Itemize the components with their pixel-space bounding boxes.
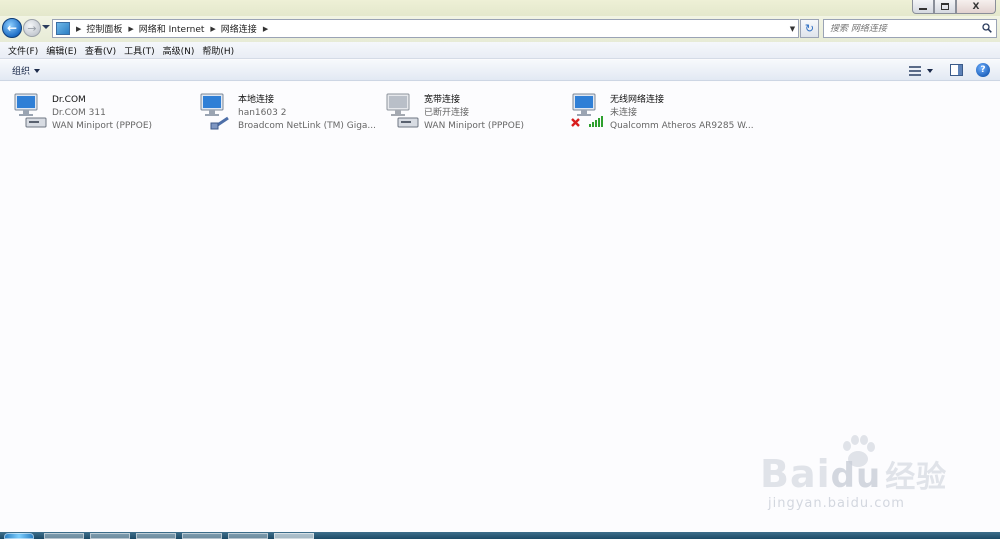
connection-device: Broadcom NetLink (TM) Giga... (238, 121, 377, 131)
minimize-button[interactable] (912, 0, 934, 14)
help-button[interactable]: ? (976, 63, 990, 77)
change-view-button[interactable] (909, 64, 937, 77)
menu-bar: 文件(F) 编辑(E) 查看(V) 工具(T) 高级(N) 帮助(H) (0, 42, 1000, 59)
connection-name: Dr.COM (52, 95, 86, 105)
restore-button[interactable] (934, 0, 956, 14)
taskbar-button[interactable] (90, 533, 130, 539)
window-controls: X (912, 0, 996, 14)
connection-name: 宽带连接 (424, 95, 461, 105)
connection-status: 已断开连接 (424, 108, 470, 118)
close-button[interactable]: X (956, 0, 996, 14)
connection-device: Qualcomm Atheros AR9285 W... (610, 121, 754, 131)
watermark-brand: Bai du 经验 (760, 452, 948, 496)
taskbar (0, 532, 1000, 539)
menu-edit[interactable]: 编辑(E) (42, 44, 81, 57)
connection-name: 无线网络连接 (610, 95, 665, 105)
chevron-down-icon (34, 68, 41, 73)
arrow-right-icon: → (27, 21, 37, 35)
connection-device: WAN Miniport (PPPOE) (424, 121, 525, 131)
organize-button[interactable]: 组织 (8, 63, 44, 78)
breadcrumb-control-panel[interactable]: 控制面板 (86, 22, 122, 35)
breadcrumb-separator-icon[interactable]: ▶ (210, 25, 215, 33)
breadcrumb-network-connections[interactable]: 网络连接 (221, 22, 257, 35)
taskbar-start-button[interactable] (4, 533, 34, 539)
taskbar-button[interactable] (228, 533, 268, 539)
breadcrumb-separator-icon[interactable]: ▶ (76, 25, 81, 33)
menu-tools[interactable]: 工具(T) (120, 44, 159, 57)
search-box[interactable] (823, 19, 997, 38)
menu-help[interactable]: 帮助(H) (198, 44, 238, 57)
connection-status: Dr.COM 311 (52, 108, 106, 118)
view-options-icon (909, 65, 921, 76)
help-icon: ? (980, 65, 986, 75)
breadcrumb-separator-icon[interactable]: ▶ (263, 25, 268, 33)
wireless-connection-icon (571, 93, 603, 127)
close-icon: X (972, 1, 980, 12)
connection-item-drcom[interactable]: Dr.COM Dr.COM 311 WAN Miniport (PPPOE) (12, 88, 192, 132)
address-dropdown-button[interactable]: ▼ (787, 19, 798, 38)
menu-advanced[interactable]: 高级(N) (159, 44, 199, 57)
navigation-bar: ← → ▶ 控制面板 ▶ 网络和 Internet ▶ 网络连接 ▶ ▼ ↻ (0, 16, 1000, 42)
watermark-url: jingyan.baidu.com (768, 496, 905, 511)
connection-status: 未连接 (610, 108, 638, 118)
back-button[interactable]: ← (2, 18, 22, 38)
preview-pane-button[interactable] (950, 64, 963, 76)
broadband-connection-icon (386, 93, 419, 128)
connection-status: han1603 2 (238, 108, 287, 118)
restore-icon (941, 3, 949, 10)
minimize-icon (919, 7, 927, 10)
title-bar: X (0, 0, 1000, 16)
connection-item-wireless[interactable]: 无线网络连接 未连接 Qualcomm Atheros AR9285 W... (570, 88, 754, 132)
address-bar[interactable]: ▶ 控制面板 ▶ 网络和 Internet ▶ 网络连接 ▶ (52, 19, 799, 38)
search-input[interactable] (824, 23, 974, 34)
chevron-down-icon: ▼ (789, 24, 796, 33)
taskbar-button[interactable] (44, 533, 84, 539)
connections-list: Dr.COM Dr.COM 311 WAN Miniport (PPPOE) 本… (0, 82, 1000, 532)
connection-device: WAN Miniport (PPPOE) (52, 121, 153, 131)
organize-label: 组织 (12, 67, 31, 77)
baidu-jingyan-watermark: Bai du 经验 jingyan.baidu.com (760, 432, 960, 522)
wan-connection-icon (14, 93, 47, 128)
command-toolbar: 组织 ? (0, 60, 1000, 81)
connection-name: 本地连接 (238, 95, 275, 105)
menu-file[interactable]: 文件(F) (4, 44, 42, 57)
chevron-down-icon (927, 68, 933, 73)
breadcrumb-separator-icon[interactable]: ▶ (128, 25, 133, 33)
connection-item-local[interactable]: 本地连接 han1603 2 Broadcom NetLink (TM) Gig… (198, 88, 378, 132)
taskbar-button[interactable] (182, 533, 222, 539)
taskbar-button[interactable] (136, 533, 176, 539)
refresh-button[interactable]: ↻ (800, 19, 819, 38)
history-dropdown-button[interactable] (42, 25, 50, 29)
search-icon[interactable] (982, 23, 992, 33)
refresh-icon: ↻ (804, 22, 815, 35)
lan-connection-icon (200, 93, 229, 130)
arrow-left-icon: ← (6, 21, 18, 35)
taskbar-button-active[interactable] (274, 533, 314, 539)
forward-button[interactable]: → (23, 19, 41, 37)
breadcrumb-network-internet[interactable]: 网络和 Internet (139, 22, 205, 35)
menu-view[interactable]: 查看(V) (81, 44, 120, 57)
control-panel-icon (56, 22, 70, 35)
connection-item-broadband[interactable]: 宽带连接 已断开连接 WAN Miniport (PPPOE) (384, 88, 564, 132)
